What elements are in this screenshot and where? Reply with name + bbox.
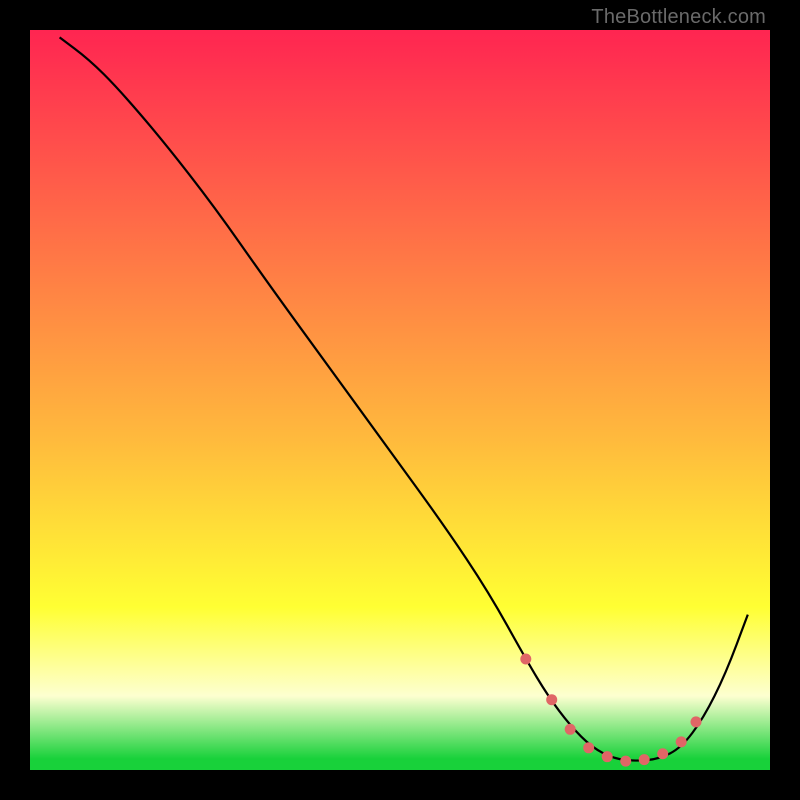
minimum-marker <box>620 756 631 767</box>
minimum-marker <box>565 724 576 735</box>
minimum-marker <box>520 654 531 665</box>
gradient-background <box>30 30 770 770</box>
watermark-text: TheBottleneck.com <box>591 6 766 29</box>
minimum-marker <box>602 751 613 762</box>
minimum-marker <box>676 736 687 747</box>
bottleneck-chart <box>30 30 770 770</box>
chart-frame <box>30 30 770 770</box>
minimum-marker <box>583 742 594 753</box>
minimum-marker <box>639 754 650 765</box>
minimum-marker <box>691 716 702 727</box>
minimum-marker <box>657 748 668 759</box>
minimum-marker <box>546 694 557 705</box>
